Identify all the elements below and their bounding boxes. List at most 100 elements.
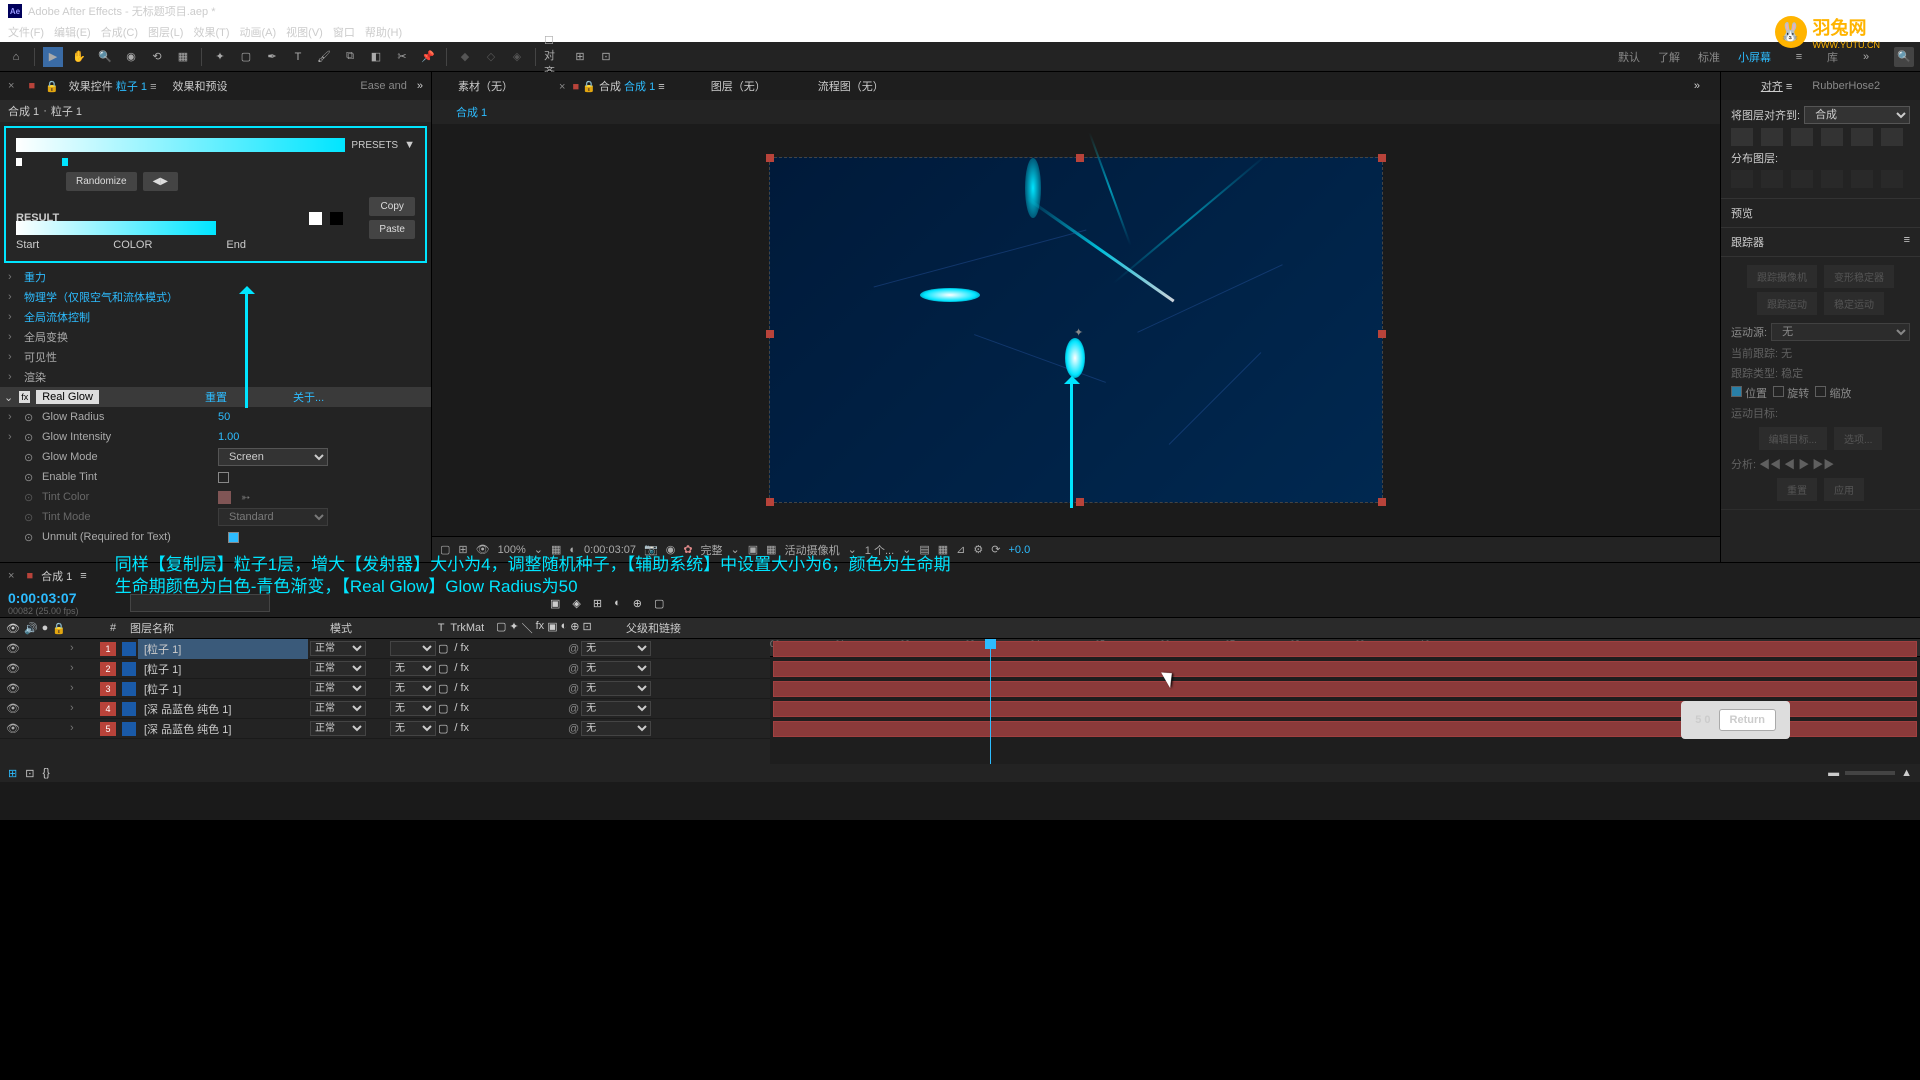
layer-name[interactable]: [粒子 1] — [138, 659, 308, 679]
group-physics[interactable]: 物理学（仅限空气和流体模式） — [24, 289, 423, 305]
3d-icon[interactable]: ⊿ — [956, 543, 965, 556]
end-color-swatch[interactable] — [330, 212, 343, 225]
layer-color-chip[interactable] — [122, 722, 136, 736]
toggle-switches-icon[interactable]: ⊞ — [8, 767, 17, 780]
align-to-select[interactable]: 合成 — [1804, 106, 1910, 124]
ease-label[interactable]: Ease and — [360, 80, 406, 92]
visibility-toggle[interactable]: 👁 — [6, 662, 20, 675]
tab-flowchart[interactable]: 流程图（无） — [812, 74, 890, 98]
parent-select[interactable]: 无 — [581, 661, 651, 676]
blend-mode-select[interactable]: 正常 — [310, 701, 366, 716]
snap-grid-icon[interactable]: ⊡ — [596, 47, 616, 67]
gradient-preview[interactable] — [16, 138, 345, 152]
scale-checkbox[interactable] — [1815, 386, 1826, 397]
tl-toggle-4-icon[interactable]: ◐ — [614, 597, 621, 610]
local-axis-icon[interactable]: ◆ — [455, 47, 475, 67]
visibility-toggle[interactable]: 👁 — [6, 722, 20, 735]
frame-blend-icon[interactable]: {} — [42, 767, 49, 779]
tl-toggle-3-icon[interactable]: ⊞ — [593, 597, 602, 610]
stabilize-motion-button[interactable]: 稳定运动 — [1824, 292, 1884, 315]
menu-view[interactable]: 视图(V) — [282, 22, 327, 42]
align-bottom-icon[interactable] — [1881, 128, 1903, 146]
rubberhose-tab[interactable]: RubberHose2 — [1812, 80, 1880, 92]
eraser-tool-icon[interactable]: ◧ — [366, 47, 386, 67]
trkmat-select[interactable]: 无 — [390, 661, 436, 676]
snap-icon[interactable]: ☐ 对齐 — [544, 47, 564, 67]
glow-intensity-value[interactable]: 1.00 — [218, 431, 239, 443]
group-visibility[interactable]: 可见性 — [24, 349, 194, 365]
position-checkbox[interactable] — [1731, 386, 1742, 397]
lock-icon[interactable]: 🔒 — [45, 80, 59, 93]
align-left-icon[interactable] — [1731, 128, 1753, 146]
current-time[interactable]: 0:00:03:07 — [0, 590, 130, 606]
zoom-slider[interactable] — [1845, 771, 1895, 775]
world-axis-icon[interactable]: ◇ — [481, 47, 501, 67]
menu-animation[interactable]: 动画(A) — [236, 22, 281, 42]
parent-pickwhip-icon[interactable]: @ — [568, 683, 579, 695]
parent-select[interactable]: 无 — [581, 641, 651, 656]
tint-mode-select[interactable]: Standard — [218, 508, 328, 526]
copy-button[interactable]: Copy — [369, 197, 415, 216]
renderer-icon[interactable]: ⚙ — [973, 543, 983, 556]
parent-pickwhip-icon[interactable]: @ — [568, 723, 579, 735]
timeline-search-input[interactable] — [130, 594, 270, 612]
dist-3-icon[interactable] — [1791, 170, 1813, 188]
exposure-value[interactable]: +0.0 — [1008, 544, 1030, 556]
menu-effect[interactable]: 效果(T) — [189, 22, 233, 42]
enable-tint-checkbox[interactable] — [218, 472, 229, 483]
expand-icon[interactable]: › — [70, 642, 74, 655]
group-gravity[interactable]: 重力 — [24, 269, 194, 285]
rotate-tool-icon[interactable]: ⟲ — [147, 47, 167, 67]
edit-target-button[interactable]: 编辑目标... — [1759, 427, 1827, 450]
group-fluid[interactable]: 全局流体控制 — [24, 309, 194, 325]
menu-file[interactable]: 文件(F) — [4, 22, 48, 42]
track-camera-button[interactable]: 跟踪摄像机 — [1747, 265, 1817, 288]
comp-breadcrumb[interactable]: 合成 1 — [452, 103, 491, 123]
zoom-tool-icon[interactable]: 🔍 — [95, 47, 115, 67]
align-hcenter-icon[interactable] — [1761, 128, 1783, 146]
trkmat-select[interactable]: 无 — [390, 681, 436, 696]
tl-toggle-1-icon[interactable]: ▣ — [550, 597, 560, 610]
visibility-toggle[interactable]: 👁 — [6, 642, 20, 655]
tint-color-swatch[interactable] — [218, 491, 231, 504]
roto-tool-icon[interactable]: ✂ — [392, 47, 412, 67]
eyedropper-icon[interactable]: ➳ — [241, 491, 250, 504]
align-vcenter-icon[interactable] — [1851, 128, 1873, 146]
tl-toggle-5-icon[interactable]: ⊕ — [633, 597, 642, 610]
brush-tool-icon[interactable]: 🖌 — [314, 47, 334, 67]
playhead[interactable] — [990, 639, 991, 764]
parent-select[interactable]: 无 — [581, 721, 651, 736]
blend-mode-select[interactable]: 正常 — [310, 681, 366, 696]
home-icon[interactable]: ⌂ — [6, 47, 26, 67]
camera-tool-icon[interactable]: ▦ — [173, 47, 193, 67]
expand-icon[interactable]: › — [70, 702, 74, 715]
workspace-standard[interactable]: 标准 — [1698, 49, 1720, 65]
warp-stabilizer-button[interactable]: 变形稳定器 — [1824, 265, 1894, 288]
menu-help[interactable]: 帮助(H) — [361, 22, 406, 42]
trkmat-select[interactable]: 无 — [390, 701, 436, 716]
glow-mode-select[interactable]: Screen — [218, 448, 328, 466]
workspace-small[interactable]: 小屏幕 — [1738, 49, 1771, 65]
preview-title[interactable]: 预览 — [1731, 208, 1753, 220]
clone-tool-icon[interactable]: ⧉ — [340, 47, 360, 67]
shape-tool-icon[interactable]: ▢ — [236, 47, 256, 67]
panel-overflow-icon[interactable]: » — [417, 80, 423, 92]
visibility-toggle[interactable]: 👁 — [6, 702, 20, 715]
menu-window[interactable]: 窗口 — [329, 22, 359, 42]
workspace-default[interactable]: 默认 — [1618, 49, 1640, 65]
orbit-tool-icon[interactable]: ◉ — [121, 47, 141, 67]
align-top-icon[interactable] — [1821, 128, 1843, 146]
zoom-out-icon[interactable]: ▬ — [1828, 767, 1839, 779]
about-link[interactable]: 关于... — [293, 389, 324, 405]
parent-pickwhip-icon[interactable]: @ — [568, 703, 579, 715]
dist-1-icon[interactable] — [1731, 170, 1753, 188]
tab-footage[interactable]: 素材（无） — [452, 74, 519, 98]
reset-button[interactable]: 重置 — [1777, 478, 1817, 501]
layer-track[interactable] — [773, 661, 1917, 677]
tl-toggle-2-icon[interactable]: ◈ — [572, 597, 580, 610]
anchor-tool-icon[interactable]: ✦ — [210, 47, 230, 67]
group-transform[interactable]: 全局变换 — [24, 329, 194, 345]
effects-presets-tab[interactable]: 效果和预设 — [167, 74, 234, 98]
prev-preset-button[interactable]: ◀▶ — [143, 172, 178, 191]
effect-controls-tab[interactable]: 效果控件 粒子 1 ≡ — [69, 78, 157, 94]
